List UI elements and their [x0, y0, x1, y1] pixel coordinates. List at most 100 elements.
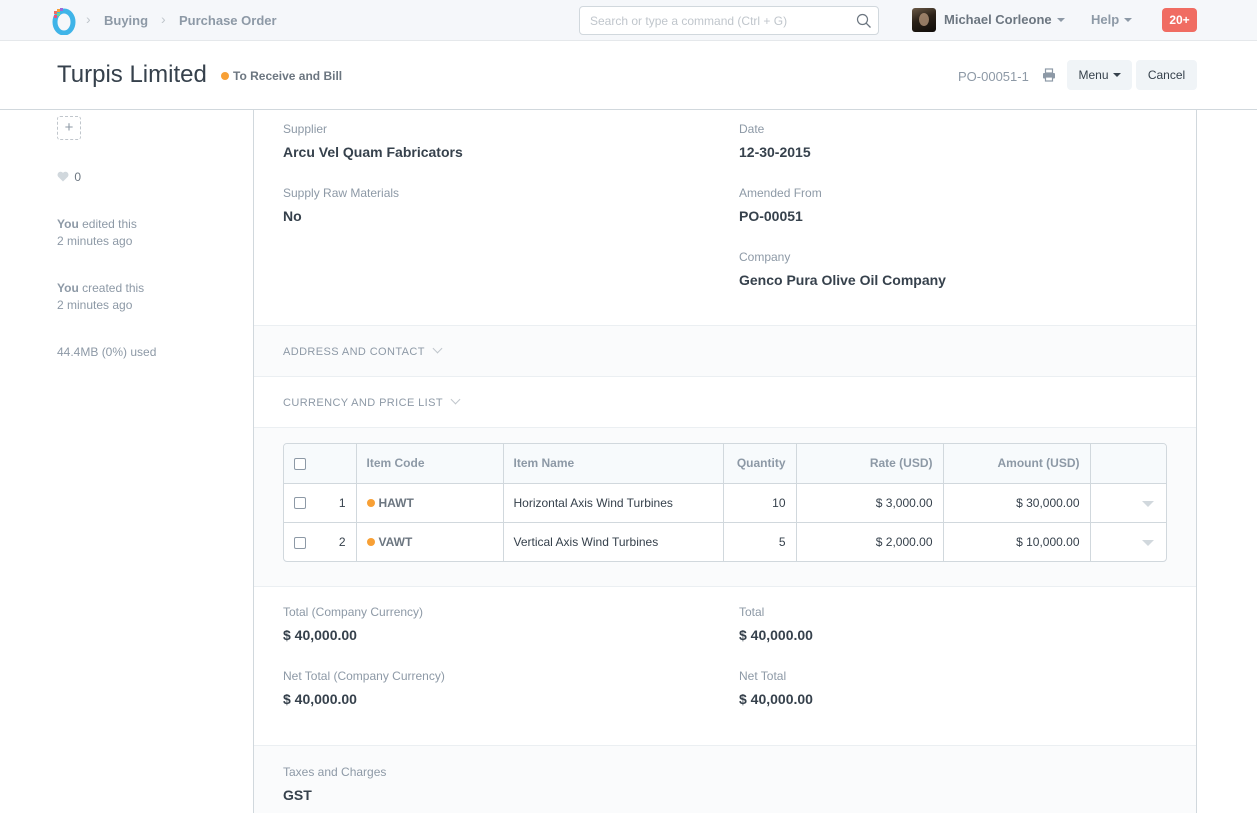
section-title: ADDRESS AND CONTACT [283, 346, 425, 358]
total-company-currency-label: Total (Company Currency) [283, 605, 424, 619]
activity-actor[interactable]: You [57, 217, 79, 231]
currency-price-list-section[interactable]: CURRENCY AND PRICE LIST [254, 377, 1196, 428]
caret-down-icon [1112, 73, 1121, 77]
row-actions-cell [1090, 483, 1166, 523]
activity-time: 2 minutes ago [57, 298, 133, 312]
quantity-cell[interactable]: 5 [723, 522, 797, 561]
menu-button[interactable]: Menu [1067, 60, 1132, 90]
user-name: Michael Corleone [944, 12, 1052, 27]
breadcrumb-chevron-icon: › [86, 11, 91, 27]
net-total-value: $ 40,000.00 [739, 691, 813, 707]
amended-from-label: Amended From [739, 186, 822, 200]
taxes-section: Taxes and Charges GST [254, 746, 1196, 813]
taxes-and-charges-label: Taxes and Charges [283, 765, 387, 779]
column-header-amount[interactable]: Amount (USD) [943, 444, 1091, 484]
currency-price-list-toggle[interactable]: CURRENCY AND PRICE LIST [283, 394, 461, 409]
supplier-value[interactable]: Arcu Vel Quam Fabricators [283, 144, 463, 160]
user-menu[interactable]: Michael Corleone [944, 12, 1065, 27]
item-code: VAWT [378, 534, 413, 549]
activity-action: created this [82, 281, 145, 295]
activity-item: You edited this 2 minutes ago [57, 216, 137, 250]
page-head: Turpis Limited To Receive and Bill PO-00… [0, 42, 1257, 110]
breadcrumb-buying[interactable]: Buying [104, 13, 148, 28]
rate-cell[interactable]: $ 3,000.00 [796, 483, 944, 523]
taxes-and-charges-value[interactable]: GST [283, 787, 312, 803]
address-contact-section[interactable]: ADDRESS AND CONTACT [254, 326, 1196, 377]
table-header-row: Item Code Item Name Quantity Rate (USD) … [284, 444, 1166, 484]
rate-cell[interactable]: $ 2,000.00 [796, 522, 944, 561]
column-header-quantity[interactable]: Quantity [723, 444, 797, 484]
add-assignment-button[interactable]: + [57, 116, 81, 140]
details-section: Supplier Arcu Vel Quam Fabricators Suppl… [254, 110, 1196, 326]
likes: 0 [57, 170, 81, 184]
item-status-dot-icon [366, 498, 375, 507]
supplier-label: Supplier [283, 122, 328, 136]
cancel-button[interactable]: Cancel [1136, 60, 1197, 90]
likes-count: 0 [74, 170, 82, 184]
column-header-item-code[interactable]: Item Code [356, 444, 504, 484]
row-expand-caret-icon[interactable] [1142, 500, 1154, 507]
heart-icon[interactable] [57, 171, 69, 182]
row-index: 2 [338, 534, 346, 549]
column-header-actions [1090, 444, 1166, 484]
search-input[interactable] [580, 7, 840, 34]
menu-label: Menu [1078, 68, 1109, 82]
date-label: Date [739, 122, 765, 136]
chevron-down-icon [432, 343, 443, 354]
breadcrumb-purchase-order[interactable]: Purchase Order [179, 13, 277, 28]
row-checkbox[interactable] [294, 497, 306, 510]
activity-actor[interactable]: You [57, 281, 79, 295]
items-section: Item Code Item Name Quantity Rate (USD) … [254, 428, 1196, 587]
total-company-currency-value: $ 40,000.00 [283, 627, 357, 643]
column-header-item-name[interactable]: Item Name [503, 444, 724, 484]
select-all-checkbox[interactable] [294, 458, 306, 471]
amount-cell[interactable]: $ 10,000.00 [943, 522, 1091, 561]
totals-section: Total (Company Currency) $ 40,000.00 Net… [254, 587, 1196, 746]
notifications-badge[interactable]: 20+ [1162, 8, 1197, 32]
print-icon[interactable] [1042, 68, 1056, 82]
caret-down-icon [1056, 18, 1065, 22]
total-value: $ 40,000.00 [739, 627, 813, 643]
total-label: Total [739, 605, 765, 619]
row-actions-cell [1090, 522, 1166, 561]
table-row[interactable]: 1 HAWT Horizontal Axis Wind Turbines 10 … [284, 483, 1166, 523]
section-title: CURRENCY AND PRICE LIST [283, 397, 443, 409]
supply-raw-materials-label: Supply Raw Materials [283, 186, 400, 200]
net-total-company-currency-label: Net Total (Company Currency) [283, 669, 445, 683]
row-select-cell: 2 [284, 522, 357, 561]
company-value[interactable]: Genco Pura Olive Oil Company [739, 272, 946, 288]
activity-action: edited this [82, 217, 137, 231]
form-panel: Supplier Arcu Vel Quam Fabricators Suppl… [253, 110, 1197, 813]
help-menu[interactable]: Help [1091, 12, 1133, 27]
row-index: 1 [338, 495, 346, 510]
document-name: PO-00051-1 [958, 69, 1029, 84]
row-checkbox[interactable] [294, 536, 306, 549]
address-contact-toggle[interactable]: ADDRESS AND CONTACT [283, 343, 443, 358]
quantity-cell[interactable]: 10 [723, 483, 797, 523]
amount-cell[interactable]: $ 30,000.00 [943, 483, 1091, 523]
select-all-cell [284, 444, 357, 484]
item-code: HAWT [378, 495, 414, 510]
activity-item: You created this 2 minutes ago [57, 280, 144, 314]
app-logo-icon[interactable] [52, 7, 76, 35]
column-header-rate[interactable]: Rate (USD) [796, 444, 944, 484]
activity-time: 2 minutes ago [57, 234, 133, 248]
table-row[interactable]: 2 VAWT Vertical Axis Wind Turbines 5 $ 2… [284, 522, 1166, 561]
caret-down-icon [1124, 18, 1133, 22]
status-indicator: To Receive and Bill [221, 69, 342, 83]
search-icon[interactable] [856, 13, 872, 29]
items-table: Item Code Item Name Quantity Rate (USD) … [283, 443, 1167, 562]
amended-from-value[interactable]: PO-00051 [739, 208, 803, 224]
item-code-cell[interactable]: HAWT [356, 483, 504, 523]
row-select-cell: 1 [284, 483, 357, 523]
item-code-cell[interactable]: VAWT [356, 522, 504, 561]
company-label: Company [739, 250, 791, 264]
avatar[interactable] [912, 8, 936, 32]
row-expand-caret-icon[interactable] [1142, 539, 1154, 546]
help-label: Help [1091, 12, 1120, 27]
item-name-cell[interactable]: Horizontal Axis Wind Turbines [503, 483, 724, 523]
item-name-cell[interactable]: Vertical Axis Wind Turbines [503, 522, 724, 561]
net-total-label: Net Total [739, 669, 787, 683]
supply-raw-materials-value: No [283, 208, 302, 224]
net-total-company-currency-value: $ 40,000.00 [283, 691, 357, 707]
